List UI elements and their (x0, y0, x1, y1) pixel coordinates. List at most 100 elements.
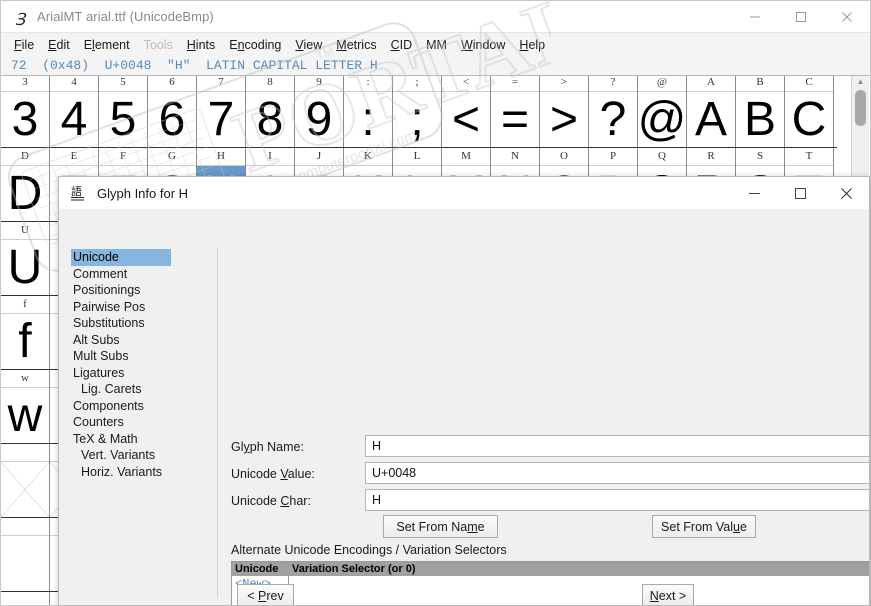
glyph-cell[interactable] (1, 444, 50, 517)
sidebar-item-counters[interactable]: Counters (71, 414, 171, 431)
sidebar-item-vert-variants[interactable]: Vert. Variants (71, 447, 171, 464)
glyph-cell-label: H (197, 148, 245, 166)
glyph-cell-label: @ (638, 74, 686, 92)
glyph-cell-character: ; (410, 92, 424, 146)
glyph-cell-label: ? (589, 74, 637, 92)
sidebar-item-horiz-variants[interactable]: Horiz. Variants (71, 464, 171, 481)
glyph-cell[interactable]: ;; (393, 74, 442, 147)
glyph-cell-label: : (344, 74, 392, 92)
glyph-row: 3 3 4 4 5 5 6 6 7 7 8 8 9 9::;; < < = = > >?? @ @ A A B B C C (1, 74, 837, 148)
glyph-cell[interactable]: @ @ (638, 74, 687, 147)
menu-item-view[interactable]: View (288, 36, 329, 54)
menu-item-metrics[interactable]: Metrics (329, 36, 383, 54)
sidebar-item-comment[interactable]: Comment (71, 266, 171, 283)
glyph-cell[interactable]: = = (491, 74, 540, 147)
glyph-cell-label: 6 (148, 74, 196, 92)
maximize-icon[interactable] (778, 1, 824, 32)
menu-item-mm[interactable]: MM (419, 36, 454, 54)
glyph-cell[interactable]: < < (442, 74, 491, 147)
sidebar-item-ligatures[interactable]: Ligatures (71, 365, 171, 382)
glyph-cell[interactable]: ?? (589, 74, 638, 147)
glyph-cell[interactable]: CC (785, 74, 834, 147)
glyph-cell-character: : (361, 92, 375, 146)
menu-item-element[interactable]: Element (77, 36, 137, 54)
glyph-cell-label: = (491, 74, 539, 92)
glyph-cell-label: P (589, 148, 637, 166)
glyph-cell[interactable]: UU (1, 222, 50, 295)
alternate-encodings-table[interactable]: Unicode Variation Selector (or 0) <New> … (231, 561, 869, 605)
glyph-cell-label: 3 (1, 74, 49, 92)
sidebar-item-alt-subs[interactable]: Alt Subs (71, 332, 171, 349)
glyph-cell[interactable]: DD (1, 148, 50, 221)
glyph-cell[interactable]: 55 (99, 74, 148, 147)
dialog-maximize-icon[interactable] (777, 177, 823, 209)
glyph-cell-character: @ (638, 92, 686, 146)
sidebar-item-substitutions[interactable]: Substitutions (71, 315, 171, 332)
glyph-cell[interactable]: ww (1, 370, 50, 443)
glyph-cell[interactable]: 33 (1, 74, 50, 147)
glyph-cell-label: K (344, 148, 392, 166)
column-header-variation-selector: Variation Selector (or 0) (292, 563, 416, 575)
glyph-cell-label: N (491, 148, 539, 166)
glyph-cell-label: U (1, 222, 49, 240)
dialog-minimize-icon[interactable] (731, 177, 777, 209)
main-window-title: ArialMT arial.ttf (UnicodeBmp) (37, 9, 214, 24)
glyph-cell-character: C (791, 92, 827, 146)
scrollbar-thumb[interactable] (855, 90, 866, 126)
glyph-cell-label: 5 (99, 74, 147, 92)
sidebar-item-lig-carets[interactable]: Lig. Carets (71, 381, 171, 398)
glyph-cell-label: B (736, 74, 784, 92)
glyph-cell-label (1, 444, 49, 462)
sidebar-item-tex-math[interactable]: TeX & Math (71, 431, 171, 448)
glyph-cell[interactable]: ff (1, 296, 50, 369)
set-from-value-button[interactable]: Set From Value (652, 515, 756, 538)
unicode-char-input[interactable] (365, 489, 869, 511)
glyph-cell-label: A (687, 74, 735, 92)
dialog-sidebar[interactable]: Unicode Comment Positionings Pairwise Pos Su… (71, 249, 171, 480)
glyph-cell[interactable]: 88 (246, 74, 295, 147)
glyph-info-dialog: 語 Glyph Info for H Unicode Comment Positio… (58, 176, 870, 606)
prev-button[interactable]: < Prev (237, 584, 294, 605)
menu-item-window[interactable]: Window (454, 36, 512, 54)
glyph-cell-label: > (540, 74, 588, 92)
glyph-cell-character (1, 462, 49, 517)
glyph-cell[interactable]: AA (687, 74, 736, 147)
scroll-up-icon[interactable]: ▲ (852, 74, 869, 89)
glyph-name-input[interactable] (365, 435, 869, 457)
unicode-value-input[interactable] (365, 462, 869, 484)
sidebar-item-components[interactable]: Components (71, 398, 171, 415)
glyph-cell[interactable]: 77 (197, 74, 246, 147)
glyph-cell[interactable]: 66 (148, 74, 197, 147)
menu-item-hints[interactable]: Hints (180, 36, 222, 54)
glyph-cell[interactable]: :: (344, 74, 393, 147)
glyph-cell[interactable]: 44 (50, 74, 99, 147)
minimize-icon[interactable] (732, 1, 778, 32)
glyph-cell[interactable] (1, 518, 50, 591)
sidebar-item-mult-subs[interactable]: Mult Subs (71, 348, 171, 365)
glyph-cell-label: I (246, 148, 294, 166)
menu-item-encoding[interactable]: Encoding (222, 36, 288, 54)
glyph-cell-label: M (442, 148, 490, 166)
dialog-title: Glyph Info for H (97, 185, 189, 201)
sidebar-item-unicode[interactable]: Unicode (71, 249, 171, 266)
glyph-cell[interactable] (1, 592, 50, 605)
next-button[interactable]: Next > (642, 584, 694, 605)
menu-item-file[interactable]: File (7, 36, 41, 54)
glyph-cell[interactable]: BB (736, 74, 785, 147)
dialog-body: Unicode Comment Positionings Pairwise Pos Su… (59, 209, 869, 605)
set-from-name-button[interactable]: Set From Name (383, 515, 498, 538)
glyph-cell[interactable]: 99 (295, 74, 344, 147)
glyph-cell[interactable]: > > (540, 74, 589, 147)
sidebar-item-positionings[interactable]: Positionings (71, 282, 171, 299)
sidebar-item-pairwise-pos[interactable]: Pairwise Pos (71, 299, 171, 316)
dialog-close-icon[interactable] (823, 177, 869, 209)
menu-item-edit[interactable]: Edit (41, 36, 77, 54)
close-icon[interactable] (824, 1, 870, 32)
glyph-cell-label: C (785, 74, 833, 92)
glyph-cell-character: 7 (207, 92, 235, 146)
svg-text:語: 語 (71, 185, 82, 198)
menu-item-help[interactable]: Help (512, 36, 552, 54)
glyph-cell-character: U (7, 240, 43, 294)
glyph-cell-label: O (540, 148, 588, 166)
menu-item-cid[interactable]: CID (384, 36, 420, 54)
